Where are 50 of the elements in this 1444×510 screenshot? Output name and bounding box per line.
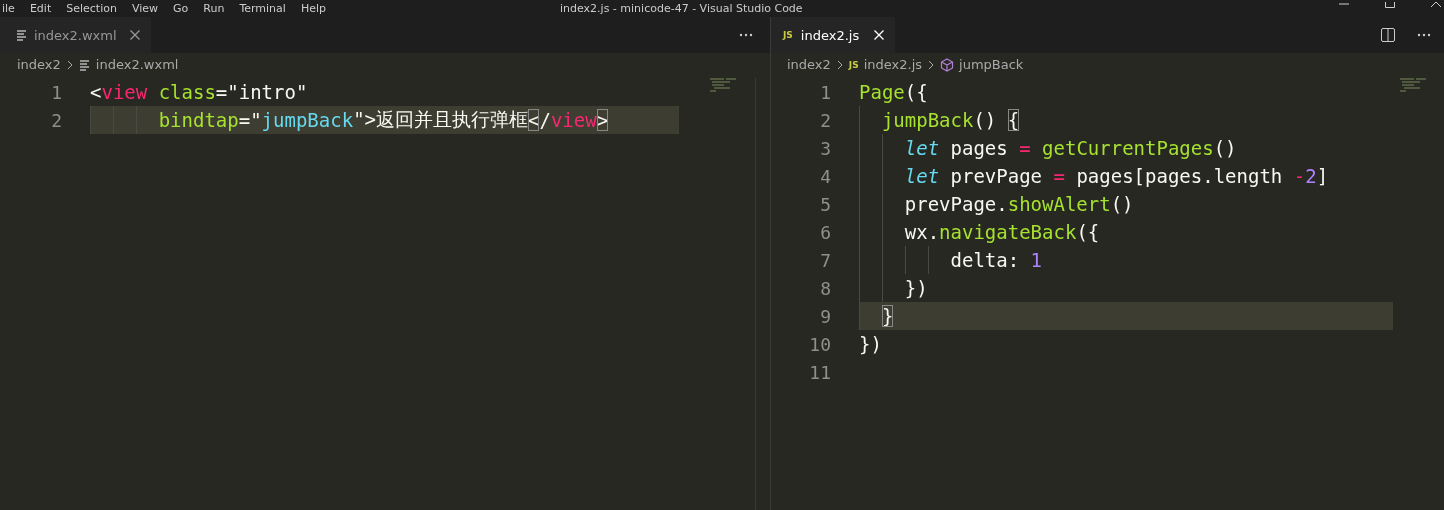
line-number: 6 — [819, 221, 831, 243]
breadcrumb[interactable]: index2 — [787, 57, 831, 73]
code-line: } — [859, 302, 894, 330]
menu-item[interactable]: Terminal — [239, 1, 286, 16]
line-number: 2 — [50, 109, 62, 131]
breadcrumb[interactable]: jumpBack — [959, 57, 1024, 73]
line-number: 3 — [819, 137, 831, 159]
code-line: prevPage.showAlert() — [859, 190, 1134, 218]
split-editor-icon — [1380, 27, 1396, 43]
code-line: let prevPage = pages[pages.length -2] — [859, 162, 1329, 190]
minimize-icon[interactable] — [1338, 1, 1350, 8]
menu-item[interactable]: ile — [2, 1, 15, 16]
menu-item[interactable]: Go — [173, 1, 189, 16]
code-line: let pages = getCurrentPages() — [859, 134, 1237, 162]
line-number: 1 — [819, 81, 831, 103]
chevron-right-icon — [65, 59, 74, 71]
line-number: 1 — [50, 81, 62, 103]
menu-item[interactable]: View — [131, 1, 158, 16]
line-number: 2 — [819, 109, 831, 131]
line-number: 5 — [819, 193, 831, 215]
menu-item[interactable]: Edit — [29, 1, 52, 16]
js-file-icon: JS — [848, 60, 859, 70]
window-title: index2.js - minicode-47 - Visual Studio Code — [560, 1, 803, 16]
editor-tab[interactable]: JS index2.js — [771, 17, 896, 53]
lines-icon — [16, 29, 28, 41]
breadcrumb[interactable]: index2 — [17, 57, 61, 73]
cube-icon — [940, 58, 955, 72]
chevron-right-icon — [927, 59, 936, 71]
line-number: 4 — [819, 165, 831, 187]
line-number: 11 — [808, 361, 831, 383]
code-line: Page({ — [859, 80, 928, 105]
maximize-icon[interactable] — [1384, 1, 1396, 8]
chevron-right-icon — [835, 59, 844, 71]
editor-tab[interactable]: index2.wxml — [0, 17, 151, 53]
breadcrumb[interactable]: index2.wxml — [95, 57, 179, 73]
menu-item[interactable]: Run — [203, 1, 225, 16]
code-line: jumpBack() { — [859, 106, 1020, 134]
breadcrumb[interactable]: index2.js — [863, 57, 923, 73]
code-line: delta: 1 — [859, 246, 1043, 274]
line-number: 9 — [819, 305, 831, 327]
code-line: wx.navigateBack({ — [859, 218, 1100, 246]
js-file-icon: JS — [783, 30, 793, 40]
menu-item[interactable]: Help — [300, 1, 326, 16]
line-number: 10 — [808, 333, 831, 355]
code-line: }) — [859, 332, 882, 357]
lines-icon — [78, 59, 91, 71]
code-line: <view class="intro" — [90, 80, 308, 105]
line-number: 8 — [819, 277, 831, 299]
line-number: 7 — [819, 249, 831, 271]
menu-item[interactable]: Selection — [66, 1, 117, 16]
